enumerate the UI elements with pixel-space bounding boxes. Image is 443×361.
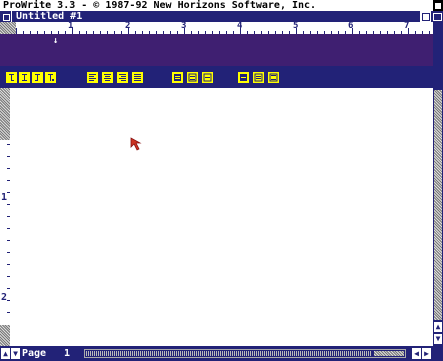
screen-title: ProWrite 3.3 - © 1987-92 New Horizons So… [3, 0, 317, 11]
decimal-tab-icon [48, 74, 54, 81]
right-tab-button[interactable] [32, 72, 43, 83]
left-margin-marker[interactable] [0, 22, 16, 34]
half-paragraph-space-icon [254, 73, 263, 82]
half-paragraph-space-button[interactable] [253, 72, 264, 83]
page-label: Page [22, 348, 47, 359]
horizontal-ruler[interactable]: 1 2 3 4 5 6 7 [0, 21, 443, 34]
vertical-scroll-knob[interactable] [434, 90, 442, 320]
tab-stop-marker[interactable]: ↓ [53, 36, 58, 46]
align-left-icon [89, 74, 96, 81]
align-center-icon [104, 74, 111, 81]
align-center-button[interactable] [102, 72, 113, 83]
single-spacing-button[interactable] [172, 72, 183, 83]
single-spacing-icon [174, 74, 181, 81]
double-spacing-button[interactable] [202, 72, 213, 83]
toolbar-right-edge [433, 66, 443, 88]
zoom-icon[interactable] [419, 11, 431, 22]
no-paragraph-space-button[interactable] [238, 72, 249, 83]
align-right-icon [119, 74, 126, 81]
full-paragraph-space-button[interactable] [268, 72, 279, 83]
one-and-half-spacing-icon [188, 73, 197, 82]
center-tab-icon [22, 74, 27, 81]
tab-band-right-edge [433, 34, 443, 66]
ruler-right-edge [433, 22, 443, 34]
page-down-icon[interactable]: ▼ [11, 348, 20, 359]
align-justify-button[interactable] [132, 72, 143, 83]
vruler-number: 2 [1, 292, 8, 303]
horizontal-scroll-knob[interactable] [86, 351, 372, 356]
align-justify-icon [134, 74, 141, 81]
center-tab-button[interactable] [19, 72, 30, 83]
scroll-up-icon[interactable]: ▲ [434, 322, 442, 332]
double-spacing-icon [203, 73, 212, 82]
scroll-down-icon[interactable]: ▼ [434, 334, 442, 344]
vertical-ruler[interactable]: 1 2 [0, 88, 10, 346]
left-tab-icon [9, 74, 14, 81]
tab-stop-band[interactable]: ↓ [0, 34, 443, 66]
pointer-icon [130, 137, 142, 151]
close-icon[interactable] [0, 11, 12, 22]
top-margin-marker [0, 88, 10, 140]
full-paragraph-space-icon [269, 73, 278, 82]
depth-icon[interactable] [431, 11, 443, 22]
align-left-button[interactable] [87, 72, 98, 83]
right-tab-icon [35, 74, 40, 81]
window-title-bar[interactable]: Untitled #1 [0, 11, 443, 22]
bottom-margin-marker [0, 325, 10, 346]
screen-depth-icon[interactable] [433, 0, 443, 11]
decimal-tab-button[interactable] [45, 72, 56, 83]
screen-title-bar[interactable]: ProWrite 3.3 - © 1987-92 New Horizons So… [0, 0, 443, 11]
scroll-left-icon[interactable]: ◀ [412, 348, 421, 359]
format-toolbar [0, 66, 443, 88]
vertical-scrollbar[interactable]: ▲ ▼ [433, 88, 443, 346]
no-paragraph-space-icon [240, 74, 247, 81]
vruler-number: 1 [1, 192, 8, 203]
page-number: 1 [64, 348, 71, 359]
one-and-half-spacing-button[interactable] [187, 72, 198, 83]
status-bar: ▲ ▼ Page 1 ◀ ▶ [0, 346, 443, 361]
page-up-icon[interactable]: ▲ [1, 348, 10, 359]
horizontal-scroll-track-end [374, 351, 404, 356]
left-tab-button[interactable] [6, 72, 17, 83]
horizontal-scrollbar[interactable] [84, 349, 406, 358]
align-right-button[interactable] [117, 72, 128, 83]
scroll-right-icon[interactable]: ▶ [422, 348, 431, 359]
document-area[interactable] [10, 88, 433, 346]
